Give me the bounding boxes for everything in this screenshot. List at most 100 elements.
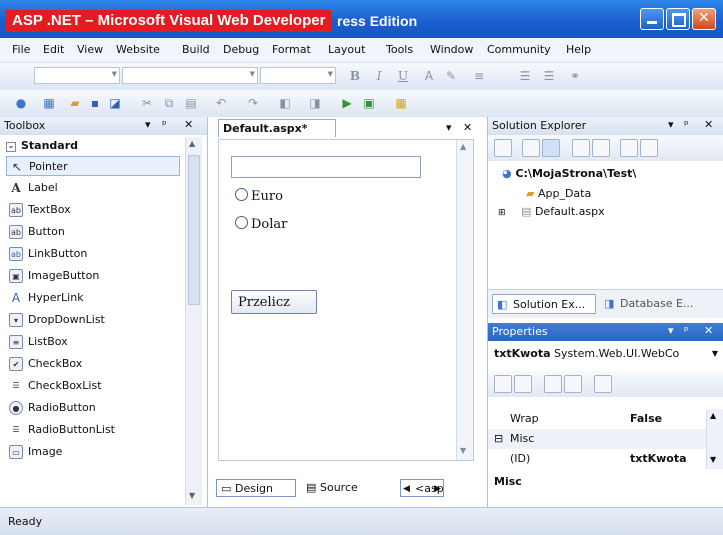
tab-default-aspx[interactable]: Default.aspx* xyxy=(218,119,336,137)
convert-button[interactable]: Przelicz xyxy=(231,290,317,314)
property-category-misc[interactable]: ⊟ Misc xyxy=(488,429,708,449)
properties-icon[interactable]: ▦ xyxy=(392,94,410,112)
scroll-down-icon[interactable]: ▼ xyxy=(710,455,716,464)
cut-icon[interactable]: ✂ xyxy=(138,94,156,112)
numbered-list-icon[interactable]: ☰ xyxy=(516,67,534,85)
tab-source[interactable]: ▤ Source xyxy=(302,479,372,497)
property-pages-icon[interactable] xyxy=(594,375,612,393)
block-format-combo[interactable] xyxy=(34,67,120,84)
menu-format[interactable]: Format xyxy=(272,43,311,56)
nest-files-icon[interactable] xyxy=(542,139,560,157)
redo-icon[interactable]: ↷ xyxy=(244,94,262,112)
save-all-icon[interactable]: ◪ xyxy=(106,94,124,112)
refresh-icon[interactable] xyxy=(522,139,540,157)
menu-debug[interactable]: Debug xyxy=(223,43,259,56)
collapse-icon[interactable]: ⊟ xyxy=(494,429,503,449)
radio-dolar[interactable]: Dolar xyxy=(235,216,287,232)
pin-icon[interactable]: ᵖ xyxy=(684,324,689,337)
design-surface[interactable]: Euro Dolar Przelicz ▲ ▼ xyxy=(218,139,474,461)
scroll-up-icon[interactable]: ▲ xyxy=(460,142,466,151)
paste-icon[interactable]: ▤ xyxy=(182,94,200,112)
toolbox-item-pointer[interactable]: ↖ Pointer xyxy=(6,156,180,176)
chevron-right-icon[interactable]: ▶ xyxy=(434,480,441,498)
bold-button[interactable]: B xyxy=(346,67,364,85)
alphabetical-icon[interactable] xyxy=(514,375,532,393)
toolbox-item-textbox[interactable]: ab TextBox xyxy=(6,200,180,220)
italic-button[interactable]: I xyxy=(370,67,388,85)
dropdown-icon[interactable]: ▾ xyxy=(145,118,151,131)
toolbox-item-linkbutton[interactable]: ab LinkButton xyxy=(6,244,180,264)
tree-item-app-data[interactable]: ▰ App_Data xyxy=(526,187,591,200)
menu-view[interactable]: View xyxy=(77,43,103,56)
tree-root[interactable]: ◕ C:\MojaStrona\Test\ xyxy=(502,167,636,180)
toolbox-item-image[interactable]: ▭ Image xyxy=(6,442,180,462)
toolbox-item-button[interactable]: ab Button xyxy=(6,222,180,242)
underline-button[interactable]: U xyxy=(394,67,412,85)
dropdown-icon[interactable]: ▾ xyxy=(668,324,674,337)
toolbox-scrollbar[interactable]: ▲ ▼ xyxy=(185,137,202,505)
object-selector[interactable]: txtKwota System.Web.UI.WebCo ▼ xyxy=(494,345,720,363)
close-button[interactable]: ✕ xyxy=(692,8,716,30)
save-icon[interactable]: ▪ xyxy=(86,94,104,112)
scroll-up-icon[interactable]: ▲ xyxy=(710,411,716,420)
properties-icon[interactable] xyxy=(494,139,512,157)
property-row-wrap[interactable]: Wrap False xyxy=(488,409,708,429)
new-project-icon[interactable]: ● xyxy=(12,94,30,112)
tree-item-default-aspx[interactable]: ⊞ ▤ Default.aspx xyxy=(498,205,605,218)
property-row-id[interactable]: (ID) txtKwota xyxy=(488,449,708,469)
toolbox-item-label[interactable]: A Label xyxy=(6,178,180,198)
toolbox-item-listbox[interactable]: ≡ ListBox xyxy=(6,332,180,352)
tag-navigator[interactable]: ◀ <asp ▶ xyxy=(400,479,444,497)
properties-scrollbar[interactable]: ▲ ▼ xyxy=(706,409,723,469)
menu-build[interactable]: Build xyxy=(182,43,210,56)
menu-tools[interactable]: Tools xyxy=(386,43,413,56)
maximize-button[interactable] xyxy=(666,8,690,30)
add-item-icon[interactable]: ▦ xyxy=(40,94,58,112)
view-designer-icon[interactable] xyxy=(592,139,610,157)
tab-solution-explorer[interactable]: ◧ Solution Ex... xyxy=(492,294,596,314)
menu-layout[interactable]: Layout xyxy=(328,43,365,56)
dropdown-icon[interactable]: ▾ xyxy=(668,118,674,131)
pin-icon[interactable]: ᵖ xyxy=(684,118,689,131)
tab-design[interactable]: ▭ Design xyxy=(216,479,296,497)
amount-textbox[interactable] xyxy=(231,156,421,178)
asp-config-icon[interactable] xyxy=(640,139,658,157)
scroll-up-icon[interactable]: ▲ xyxy=(189,139,195,148)
open-icon[interactable]: ▰ xyxy=(66,94,84,112)
hyperlink-icon[interactable]: ⚭ xyxy=(566,67,584,85)
radio-euro[interactable]: Euro xyxy=(235,188,283,204)
close-icon[interactable]: ✕ xyxy=(463,121,472,134)
view-code-icon[interactable] xyxy=(572,139,590,157)
designer-scrollbar[interactable]: ▲ ▼ xyxy=(456,140,473,460)
menu-window[interactable]: Window xyxy=(430,43,473,56)
toolbox-item-checkbox[interactable]: ✔ CheckBox xyxy=(6,354,180,374)
chevron-down-icon[interactable]: ▼ xyxy=(712,345,718,363)
toolbox-category-standard[interactable]: – Standard xyxy=(6,139,186,155)
font-name-combo[interactable] xyxy=(122,67,258,84)
start-debugging-icon[interactable]: ▶ xyxy=(338,94,356,112)
scroll-down-icon[interactable]: ▼ xyxy=(460,446,466,455)
toolbox-item-dropdownlist[interactable]: ▾ DropDownList xyxy=(6,310,180,330)
menu-community[interactable]: Community xyxy=(487,43,551,56)
minimize-button[interactable] xyxy=(640,8,664,30)
bullet-list-icon[interactable]: ☰ xyxy=(540,67,558,85)
pin-icon[interactable]: ᵖ xyxy=(162,118,167,131)
menu-website[interactable]: Website xyxy=(116,43,160,56)
toolbox-item-imagebutton[interactable]: ▣ ImageButton xyxy=(6,266,180,286)
close-icon[interactable]: ✕ xyxy=(184,118,193,131)
font-size-combo[interactable] xyxy=(260,67,336,84)
menu-file[interactable]: File xyxy=(12,43,30,56)
menu-help[interactable]: Help xyxy=(566,43,591,56)
toolbox-item-radiobuttonlist[interactable]: ☰ RadioButtonList xyxy=(6,420,180,440)
background-color-icon[interactable]: ✎ xyxy=(442,67,460,85)
toolbox-item-checkboxlist[interactable]: ☰ CheckBoxList xyxy=(6,376,180,396)
categorized-icon[interactable] xyxy=(494,375,512,393)
scroll-thumb[interactable] xyxy=(188,155,200,305)
toolbox-item-radiobutton[interactable]: ● RadioButton xyxy=(6,398,180,418)
undo-icon[interactable]: ↶ xyxy=(212,94,230,112)
foreground-color-icon[interactable]: A xyxy=(420,67,438,85)
properties-view-icon[interactable] xyxy=(544,375,562,393)
scroll-down-icon[interactable]: ▼ xyxy=(189,491,195,500)
close-icon[interactable]: ✕ xyxy=(704,324,713,337)
copy-website-icon[interactable] xyxy=(620,139,638,157)
